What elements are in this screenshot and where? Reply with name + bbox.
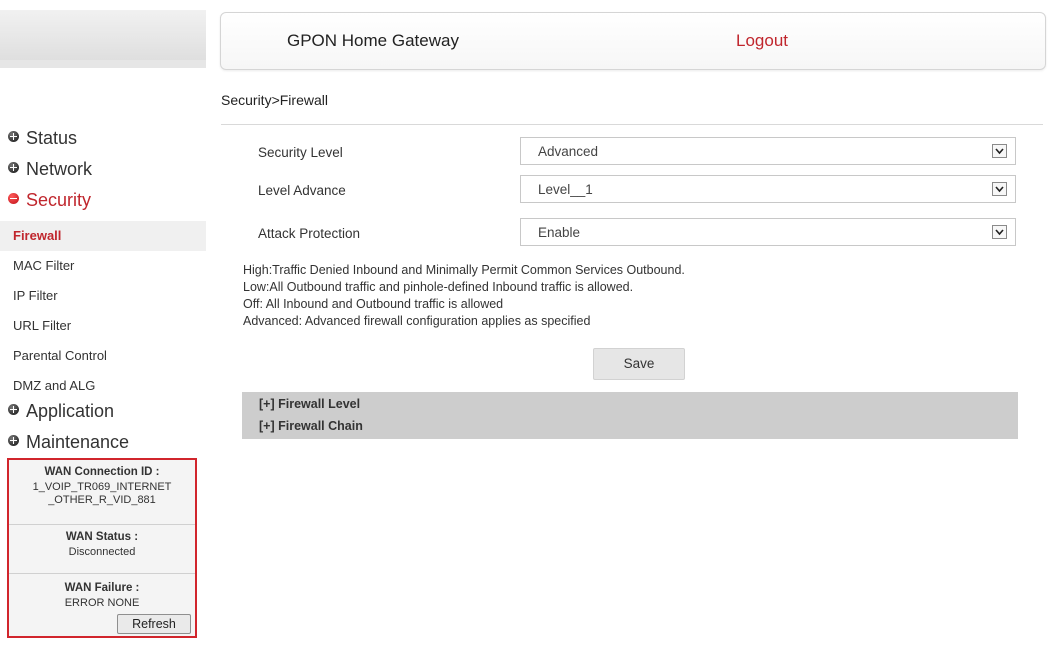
sidebar-item-parental-control[interactable]: Parental Control — [0, 341, 206, 371]
plus-circle-icon — [8, 131, 19, 142]
level-advance-value: Level__1 — [538, 182, 593, 197]
sidebar-item-label: Security — [26, 190, 92, 210]
security-level-value: Advanced — [538, 144, 599, 159]
wan-status-box: WAN Connection ID : 1_VOIP_TR069_INTERNE… — [7, 458, 197, 638]
minus-circle-icon — [8, 193, 19, 204]
wan-status-label: WAN Status : — [65, 531, 139, 543]
sidebar-item-security[interactable]: Security — [0, 190, 206, 221]
level-advance-label: Level Advance — [258, 183, 346, 198]
description-off: Off: All Inbound and Outbound traffic is… — [243, 297, 504, 311]
wan-connection-id-line1: 1_VOIP_TR069_INTERNET — [32, 481, 172, 493]
save-button[interactable]: Save — [593, 348, 685, 380]
sidebar-item-dmz-alg[interactable]: DMZ and ALG — [0, 371, 206, 401]
breadcrumb: Security>Firewall — [221, 92, 328, 108]
wan-status-value: Disconnected — [68, 546, 136, 558]
description-high: High:Traffic Denied Inbound and Minimall… — [243, 263, 685, 277]
plus-circle-icon — [8, 435, 19, 446]
wan-failure-value: ERROR NONE — [64, 597, 140, 609]
sidebar-item-label: Application — [26, 401, 115, 421]
description-advanced: Advanced: Advanced firewall configuratio… — [243, 314, 591, 328]
description-low: Low:All Outbound traffic and pinhole-def… — [243, 280, 634, 294]
security-submenu: Firewall MAC Filter IP Filter URL Filter… — [0, 221, 206, 401]
logout-link[interactable]: Logout — [736, 31, 788, 51]
wan-failure-label: WAN Failure : — [64, 582, 140, 594]
plus-circle-icon — [8, 404, 19, 415]
sidebar-item-firewall[interactable]: Firewall — [0, 221, 206, 251]
security-level-row: Security Level Advanced — [258, 137, 1018, 167]
sidebar-item-status[interactable]: Status — [0, 128, 206, 159]
firewall-chain-toggle[interactable]: [+] Firewall Chain — [259, 419, 363, 433]
wan-connection-section: WAN Connection ID : 1_VOIP_TR069_INTERNE… — [9, 460, 195, 525]
sidebar-item-label: Status — [26, 128, 78, 148]
wan-status-section: WAN Status : Disconnected — [9, 525, 195, 574]
sidebar-item-application[interactable]: Application — [0, 401, 206, 432]
header-bar: GPON Home Gateway Logout — [220, 12, 1046, 70]
level-advance-row: Level Advance Level__1 — [258, 175, 1018, 205]
security-level-label: Security Level — [258, 145, 343, 160]
chevron-down-icon — [992, 182, 1007, 196]
wan-connection-id-line2: _OTHER_R_VID_881 — [48, 494, 156, 506]
sidebar-item-ip-filter[interactable]: IP Filter — [0, 281, 206, 311]
chevron-down-icon — [992, 225, 1007, 239]
divider — [221, 124, 1043, 125]
attack-protection-label: Attack Protection — [258, 226, 361, 241]
refresh-button[interactable]: Refresh — [117, 614, 191, 634]
attack-protection-row: Attack Protection Enable — [258, 218, 1018, 248]
sidebar-item-url-filter[interactable]: URL Filter — [0, 311, 206, 341]
plus-circle-icon — [8, 162, 19, 173]
sidebar-item-network[interactable]: Network — [0, 159, 206, 190]
level-advance-select[interactable]: Level__1 — [520, 175, 1016, 203]
sidebar-item-label: Maintenance — [26, 432, 130, 452]
firewall-level-toggle[interactable]: [+] Firewall Level — [259, 397, 360, 411]
chevron-down-icon — [992, 144, 1007, 158]
security-level-descriptions: High:Traffic Denied Inbound and Minimall… — [243, 262, 685, 330]
wan-failure-section: WAN Failure : ERROR NONE — [9, 574, 195, 610]
wan-connection-id-label: WAN Connection ID : — [44, 466, 160, 478]
sidebar-item-mac-filter[interactable]: MAC Filter — [0, 251, 206, 281]
security-level-select[interactable]: Advanced — [520, 137, 1016, 165]
page-header-title: GPON Home Gateway — [287, 31, 459, 50]
sidebar-top-bar — [0, 10, 206, 68]
attack-protection-select[interactable]: Enable — [520, 218, 1016, 246]
wan-connection-id-value: 1_VOIP_TR069_INTERNET _OTHER_R_VID_881 — [9, 478, 195, 507]
firewall-panels: [+] Firewall Level [+] Firewall Chain — [242, 392, 1018, 439]
attack-protection-value: Enable — [538, 225, 581, 240]
sidebar-menu: Status Network Security Firewall MAC Fil… — [0, 128, 206, 463]
sidebar-item-label: Network — [26, 159, 93, 179]
